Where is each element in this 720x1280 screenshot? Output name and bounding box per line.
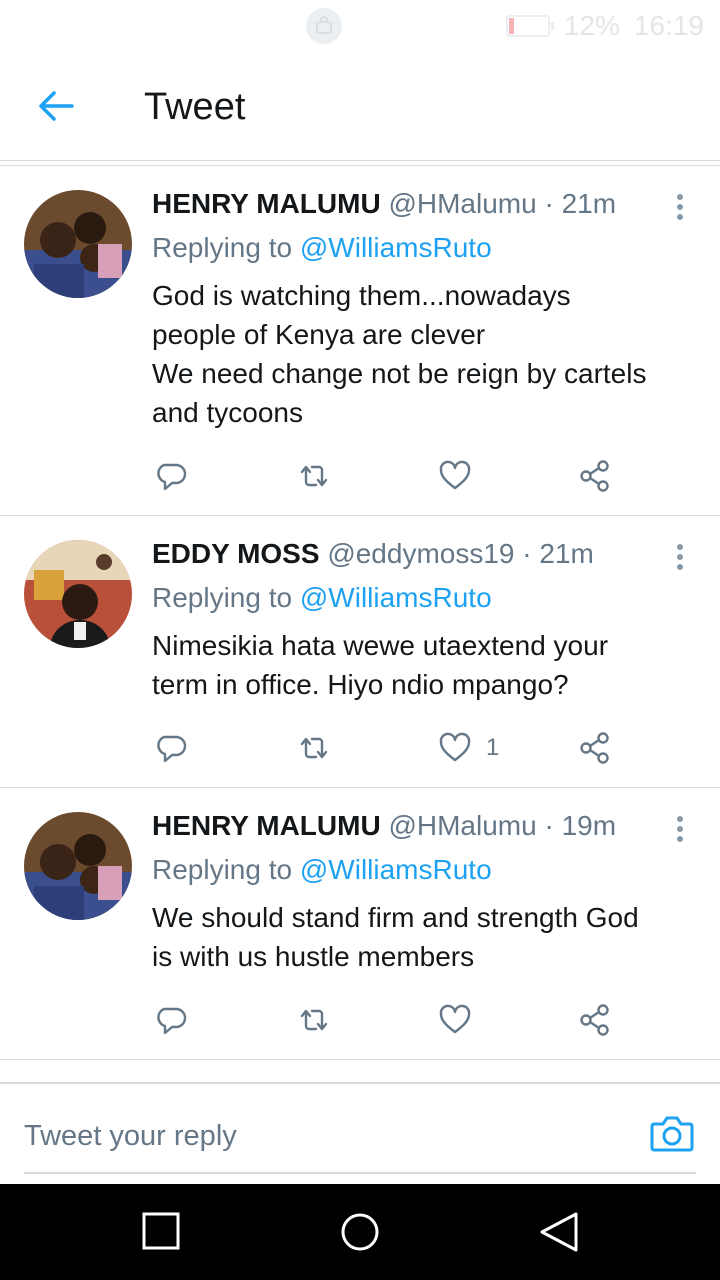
home-icon bbox=[341, 1213, 379, 1251]
camera-button[interactable] bbox=[648, 1110, 696, 1158]
reply-icon bbox=[157, 463, 187, 491]
reply-button[interactable] bbox=[156, 1000, 188, 1040]
separator-dot: · bbox=[544, 810, 554, 841]
share-icon bbox=[580, 732, 609, 764]
share-button[interactable] bbox=[578, 1000, 612, 1040]
top-header: Tweet bbox=[0, 52, 720, 162]
tweet-text-line: is with us hustle members bbox=[152, 941, 475, 972]
author-name[interactable]: HENRY MALUMU bbox=[152, 810, 381, 841]
retweet-icon bbox=[300, 737, 328, 759]
tweet-text: We should stand firm and strength God is… bbox=[152, 898, 684, 976]
status-bar: 12% 16:19 bbox=[0, 0, 720, 52]
system-nav-bar bbox=[0, 1184, 720, 1280]
retweet-icon bbox=[300, 465, 328, 487]
separator-dot: · bbox=[522, 538, 532, 569]
tweet-text-line: Nimesikia hata wewe utaextend your bbox=[152, 630, 609, 661]
replying-prefix: Replying to bbox=[152, 854, 293, 885]
recent-apps-icon bbox=[142, 1212, 180, 1250]
author-name[interactable]: HENRY MALUMU bbox=[152, 188, 381, 219]
tweet-actions bbox=[152, 456, 622, 496]
tweet-time: 19m bbox=[561, 810, 617, 841]
arrow-left-icon bbox=[39, 91, 74, 121]
tweet-text-line: We need change not be reign by cartels bbox=[152, 358, 647, 389]
reply-input[interactable] bbox=[24, 1108, 624, 1164]
battery-percent: 12% bbox=[563, 10, 620, 41]
like-button[interactable] bbox=[438, 456, 486, 496]
reply-icon bbox=[157, 1007, 187, 1035]
back-button[interactable] bbox=[32, 82, 80, 130]
tweet-time: 21m bbox=[539, 538, 594, 569]
tweet-item[interactable]: EDDY MOSS @eddymoss19 · 21m Replying to … bbox=[0, 516, 720, 788]
reply-input-underline bbox=[24, 1172, 696, 1174]
share-icon bbox=[580, 1004, 609, 1036]
back-triangle-icon bbox=[540, 1212, 578, 1252]
author-handle[interactable]: @HMalumu bbox=[388, 810, 536, 841]
tweet-actions: 1 bbox=[152, 728, 622, 768]
author-handle[interactable]: @HMalumu bbox=[388, 188, 536, 219]
heart-icon bbox=[439, 732, 471, 762]
tweet-text-line: We should stand firm and strength God bbox=[152, 902, 639, 933]
heart-icon bbox=[439, 460, 471, 490]
tweet-text: Nimesikia hata wewe utaextend your term … bbox=[152, 626, 684, 704]
recent-apps-button[interactable] bbox=[138, 1210, 186, 1254]
avatar[interactable] bbox=[24, 190, 132, 298]
tweet-header: HENRY MALUMU @HMalumu · 21m bbox=[152, 188, 648, 220]
retweet-icon bbox=[300, 1009, 328, 1031]
like-count: 1 bbox=[486, 734, 500, 761]
avatar[interactable] bbox=[24, 540, 132, 648]
mention-link[interactable]: @WilliamsRuto bbox=[300, 232, 492, 263]
more-options-icon[interactable] bbox=[670, 540, 690, 574]
retweet-button[interactable] bbox=[296, 728, 332, 768]
mention-link[interactable]: @WilliamsRuto bbox=[300, 582, 492, 613]
tweet-text: God is watching them...nowadays people o… bbox=[152, 276, 684, 432]
heart-icon bbox=[439, 1004, 471, 1034]
back-nav-button[interactable] bbox=[536, 1210, 584, 1254]
more-options-icon[interactable] bbox=[670, 812, 690, 846]
tweet-actions bbox=[152, 1000, 622, 1040]
page-title: Tweet bbox=[144, 86, 246, 128]
status-right: 12% 16:19 bbox=[505, 10, 704, 42]
author-name[interactable]: EDDY MOSS bbox=[152, 538, 320, 569]
share-button[interactable] bbox=[578, 456, 612, 496]
reply-icon bbox=[157, 735, 187, 763]
like-button[interactable] bbox=[438, 1000, 486, 1040]
replying-to: Replying to @WilliamsRuto bbox=[152, 582, 492, 614]
more-options-icon[interactable] bbox=[670, 190, 690, 224]
tweet-text-line: and tycoons bbox=[152, 397, 303, 428]
replying-to: Replying to @WilliamsRuto bbox=[152, 854, 492, 886]
author-handle[interactable]: @eddymoss19 bbox=[327, 538, 514, 569]
tweet-text-line: term in office. Hiyo ndio mpango? bbox=[152, 669, 569, 700]
tweet-text-line: people of Kenya are clever bbox=[152, 319, 486, 350]
app-notification-icon bbox=[306, 8, 342, 44]
reply-bar-divider bbox=[0, 1082, 720, 1084]
reply-button[interactable] bbox=[156, 728, 188, 768]
retweet-button[interactable] bbox=[296, 456, 332, 496]
like-button[interactable]: 1 bbox=[438, 728, 499, 768]
status-time: 16:19 bbox=[633, 10, 704, 41]
tweet-time: 21m bbox=[561, 188, 617, 219]
separator-dot: · bbox=[544, 188, 554, 219]
avatar[interactable] bbox=[24, 812, 132, 920]
reply-button[interactable] bbox=[156, 456, 188, 496]
replying-to: Replying to @WilliamsRuto bbox=[152, 232, 492, 264]
home-button[interactable] bbox=[336, 1210, 384, 1254]
tweet-item[interactable]: HENRY MALUMU @HMalumu · 19m Replying to … bbox=[0, 788, 720, 1060]
mention-link[interactable]: @WilliamsRuto bbox=[300, 854, 492, 885]
share-button[interactable] bbox=[578, 728, 612, 768]
share-icon bbox=[580, 460, 609, 492]
replying-prefix: Replying to bbox=[152, 582, 293, 613]
retweet-button[interactable] bbox=[296, 1000, 332, 1040]
replying-prefix: Replying to bbox=[152, 232, 293, 263]
tweet-header: EDDY MOSS @eddymoss19 · 21m bbox=[152, 538, 648, 570]
camera-icon bbox=[650, 1116, 694, 1152]
tweet-text-line: God is watching them...nowadays bbox=[152, 280, 571, 311]
tweet-header: HENRY MALUMU @HMalumu · 19m bbox=[152, 810, 648, 842]
battery-icon bbox=[505, 15, 554, 37]
tweet-item[interactable]: HENRY MALUMU @HMalumu · 21m Replying to … bbox=[0, 166, 720, 516]
